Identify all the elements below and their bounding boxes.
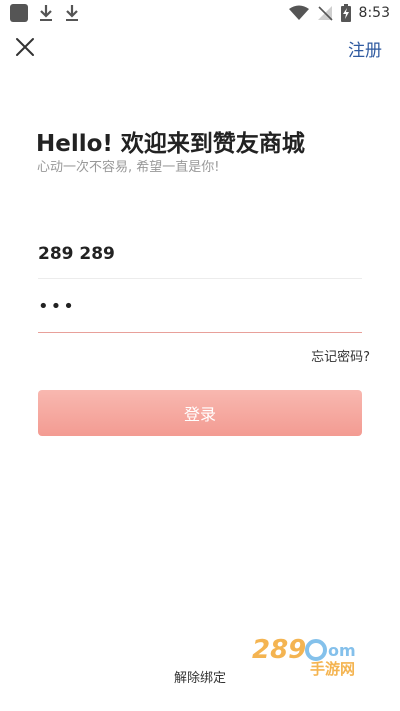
username-underline xyxy=(38,278,362,279)
no-signal-icon xyxy=(317,6,333,21)
status-bar-right: 8:53 xyxy=(288,4,390,22)
register-button[interactable]: 注册 xyxy=(348,36,382,61)
svg-text:289: 289 xyxy=(252,635,306,665)
top-bar: 注册 xyxy=(0,32,400,64)
password-underline xyxy=(38,332,362,333)
username-input[interactable] xyxy=(38,234,362,274)
password-input[interactable] xyxy=(38,286,362,326)
status-bar-left xyxy=(10,4,80,22)
status-bar: 8:53 xyxy=(0,0,400,28)
download-icon xyxy=(40,5,52,21)
page-subtitle: 心动一次不容易, 希望一直是你! xyxy=(37,160,220,175)
login-button[interactable]: 登录 xyxy=(38,390,362,436)
svg-text:手游网: 手游网 xyxy=(310,660,355,676)
download-icon xyxy=(66,5,78,21)
status-time: 8:53 xyxy=(358,5,390,21)
watermark-logo: 289 om 手游网 xyxy=(252,635,356,676)
forgot-password-link[interactable]: 忘记密码? xyxy=(311,346,370,365)
page-title: Hello! 欢迎来到赞友商城 xyxy=(36,131,305,157)
svg-text:om: om xyxy=(328,641,356,660)
wifi-icon xyxy=(288,5,309,20)
battery-charging-icon xyxy=(340,4,351,22)
close-icon[interactable] xyxy=(14,36,36,58)
app-icon xyxy=(10,4,28,22)
